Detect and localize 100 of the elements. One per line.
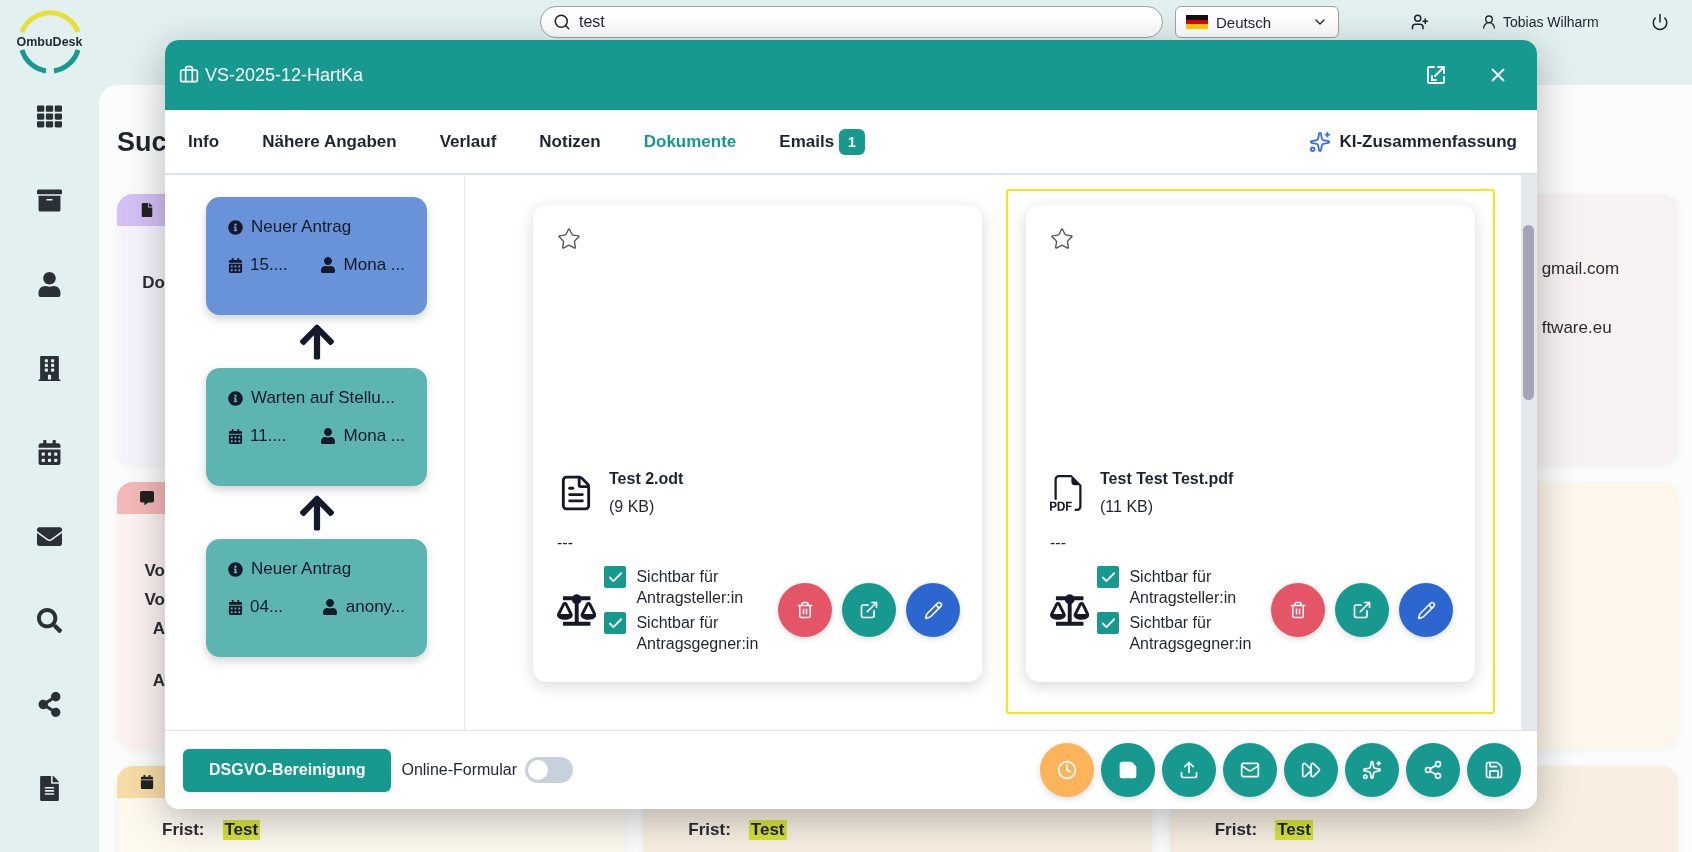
- card-text: ftware.eu: [1541, 317, 1612, 339]
- building-icon[interactable]: [37, 356, 62, 381]
- document-slot[interactable]: Test Test Test.pdf (11 KB) --- Sichtbar für Antragsteller:in Sichtbar für Antragsgegner:in: [1006, 189, 1495, 714]
- ai-summary-button[interactable]: KI-Zusammenfassung: [1309, 130, 1517, 153]
- field-value: Test: [748, 820, 787, 840]
- count-badge: 1: [839, 128, 865, 155]
- note-icon: [1118, 760, 1138, 780]
- status-label: Warten auf Stellu...: [251, 388, 395, 408]
- file-size: (9 KB): [609, 498, 656, 516]
- card-text: A: [152, 618, 165, 640]
- user-icon: [319, 257, 336, 273]
- checkbox[interactable]: [1097, 612, 1120, 634]
- note-button[interactable]: [1101, 743, 1155, 797]
- ai-button[interactable]: [1345, 743, 1399, 797]
- field-value: Test: [1275, 820, 1313, 840]
- toggle-switch[interactable]: [525, 757, 574, 783]
- search-icon[interactable]: [37, 608, 62, 633]
- dialog-title: VS-2025-12-HartKa: [205, 64, 364, 86]
- forward-button[interactable]: [1284, 743, 1338, 797]
- archive-box-icon[interactable]: [37, 188, 62, 213]
- share-button[interactable]: [1406, 743, 1460, 797]
- status-date: 15....: [250, 255, 288, 275]
- mail-icon[interactable]: [37, 524, 62, 549]
- cleanup-button[interactable]: DSGVO-Bereinigung: [183, 748, 392, 792]
- status-person: anony...: [345, 597, 405, 617]
- checkbox-label: Sichtbar für Antragsgegner:in: [636, 613, 760, 654]
- checkbox-label: Sichtbar für Antragsgegner:in: [1129, 613, 1253, 654]
- open-button[interactable]: [842, 583, 896, 637]
- page-heading: Suc: [117, 127, 167, 159]
- tab[interactable]: Nähere Angaben: [262, 131, 397, 152]
- briefcase-icon: [179, 65, 199, 85]
- search-field[interactable]: test: [540, 6, 1163, 38]
- language-select[interactable]: Deutsch: [1175, 6, 1339, 38]
- power-icon[interactable]: [1650, 13, 1669, 31]
- logo-text: OmbuDesk: [15, 35, 84, 49]
- share-icon[interactable]: [37, 692, 62, 717]
- field-label: Frist:: [688, 820, 731, 840]
- status-person: Mona ...: [343, 426, 405, 446]
- clock-icon: [1057, 760, 1077, 780]
- fast-forward-icon: [1301, 760, 1321, 780]
- search-value: test: [579, 13, 605, 31]
- upload-button[interactable]: [1162, 743, 1216, 797]
- field-label: Frist:: [1214, 820, 1258, 840]
- checkbox-label: Sichtbar für Antragsteller:in: [1129, 567, 1238, 608]
- tab[interactable]: Info: [188, 131, 220, 152]
- info-icon: [228, 390, 243, 406]
- star-icon[interactable]: [557, 227, 581, 251]
- user-name[interactable]: Tobias Wilharm: [1503, 14, 1599, 30]
- external-link-icon: [859, 600, 879, 620]
- email-button[interactable]: [1223, 743, 1277, 797]
- card-text: Vo: [144, 589, 165, 611]
- file-icon: [140, 203, 154, 217]
- card-text: gmail.com: [1541, 258, 1620, 280]
- edit-button[interactable]: [1399, 583, 1453, 637]
- status-person: Mona ...: [343, 255, 405, 275]
- mail-icon: [1240, 760, 1260, 780]
- status-card[interactable]: Warten auf Stellu... 11.... Mona ...: [206, 368, 427, 486]
- tab[interactable]: Verlauf: [439, 131, 497, 152]
- scrollbar-thumb[interactable]: [1523, 225, 1534, 400]
- add-user-icon[interactable]: [1411, 13, 1429, 31]
- calendar-icon: [228, 428, 243, 444]
- file-size: (11 KB): [1100, 498, 1155, 516]
- toggle-label: Online-Formular: [401, 761, 518, 779]
- open-button[interactable]: [1335, 583, 1389, 637]
- checkbox[interactable]: [1097, 566, 1120, 588]
- document-slot[interactable]: Test 2.odt (9 KB) --- Sichtbar für Antragsteller:in Sichtbar für Antragsgegner:in: [513, 189, 1002, 714]
- status-card[interactable]: Neuer Antrag 04... anony...: [206, 539, 427, 657]
- tab[interactable]: Dokumente: [643, 131, 737, 152]
- status-card[interactable]: Neuer Antrag 15.... Mona ...: [206, 197, 427, 315]
- apps-grid-icon[interactable]: [37, 104, 62, 129]
- pencil-icon: [923, 600, 943, 620]
- status-label: Neuer Antrag: [251, 217, 352, 237]
- trash-icon: [1289, 601, 1307, 619]
- info-icon: [228, 219, 243, 235]
- tab[interactable]: Emails 1: [779, 128, 865, 155]
- save-button[interactable]: [1467, 743, 1521, 797]
- file-name: Test 2.odt: [609, 470, 684, 488]
- user-icon[interactable]: [37, 272, 62, 297]
- status-label: Neuer Antrag: [251, 559, 352, 579]
- search-icon: [553, 13, 571, 31]
- document-icon[interactable]: [37, 776, 62, 801]
- field-label: Frist:: [162, 820, 205, 840]
- file-name: Test Test Test.pdf: [1100, 470, 1234, 488]
- checkbox[interactable]: [604, 566, 627, 588]
- status-date: 04...: [250, 597, 284, 617]
- delete-button[interactable]: [778, 583, 832, 637]
- reminder-button[interactable]: [1040, 743, 1094, 797]
- share-icon: [1423, 760, 1443, 780]
- delete-button[interactable]: [1271, 583, 1325, 637]
- tab[interactable]: Notizen: [539, 131, 601, 152]
- calendar-icon[interactable]: [37, 440, 62, 465]
- user-icon: [319, 428, 336, 444]
- star-icon[interactable]: [1050, 227, 1074, 251]
- card-text: Vo: [144, 560, 165, 582]
- calendar-icon: [140, 775, 154, 789]
- edit-button[interactable]: [906, 583, 960, 637]
- resize-icon: [1426, 65, 1446, 85]
- checkbox[interactable]: [604, 612, 627, 634]
- sparkles-icon: [1309, 130, 1332, 153]
- card-text: Do: [142, 272, 165, 294]
